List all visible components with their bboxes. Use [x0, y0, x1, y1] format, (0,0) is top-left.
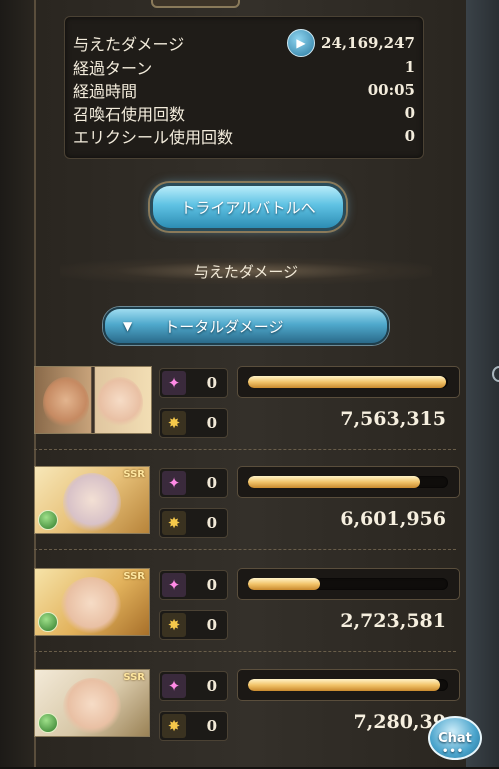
chat-label: Chat: [438, 730, 472, 746]
section-title: 与えたダメージ: [60, 258, 432, 284]
charge-attack-counter: ✦ 0: [159, 468, 228, 498]
character-entry: SSR ✦ 0 ✸ 0 7,280,39: [34, 669, 464, 769]
damage-type-dropdown[interactable]: ▼ トータルダメージ: [103, 307, 389, 345]
burst-icon: ✸: [162, 714, 186, 738]
damage-bar-fill: [248, 476, 420, 488]
burst-icon: ✸: [162, 411, 186, 435]
stat-value: 1: [404, 57, 415, 76]
damage-bar-fill: [248, 679, 440, 691]
play-icon[interactable]: ▶: [287, 28, 316, 57]
charge-attack-counter: ✦ 0: [159, 671, 228, 701]
rarity-badge: SSR: [123, 469, 145, 480]
stat-value: 24,169,247: [321, 33, 415, 52]
wind-element-icon: [38, 713, 58, 733]
right-background: [466, 0, 499, 767]
ougi-counter: ✸ 0: [159, 408, 228, 438]
stat-row-damage: 与えたダメージ ▶ 24,169,247: [73, 28, 415, 57]
side-ring-icon: [492, 366, 499, 382]
sparkle-icon: ✦: [162, 573, 186, 597]
stat-row-time: 経過時間 00:05: [73, 78, 415, 101]
damage-bar: [237, 466, 460, 498]
wind-element-icon: [38, 612, 58, 632]
character-portrait[interactable]: SSR: [34, 568, 150, 636]
burst-icon: ✸: [162, 511, 186, 535]
stat-label: 経過時間: [73, 81, 138, 101]
character-entry: ✦ 0 ✸ 0 7,563,315: [34, 366, 464, 466]
charge-attack-counter: ✦ 0: [159, 570, 228, 600]
charge-attack-counter: ✦ 0: [159, 368, 228, 398]
sparkle-icon: ✦: [162, 674, 186, 698]
dropdown-label: トータルダメージ: [164, 317, 284, 336]
character-entry: SSR ✦ 0 ✸ 0 6,601,956: [34, 466, 464, 566]
chat-button[interactable]: Chat •••: [428, 716, 482, 760]
damage-value: 6,601,956: [340, 508, 446, 530]
stat-row-summon: 召喚石使用回数 0: [73, 101, 415, 124]
divider: [34, 651, 456, 652]
character-entry: SSR ✦ 0 ✸ 0 2,723,581: [34, 568, 464, 668]
stat-value: 0: [404, 126, 415, 145]
battle-stats-box: 与えたダメージ ▶ 24,169,247 経過ターン 1 経過時間 00:05 …: [64, 16, 424, 159]
rarity-badge: SSR: [123, 672, 145, 683]
divider: [34, 449, 456, 450]
damage-bar-fill: [248, 376, 446, 388]
damage-bar: [237, 669, 460, 701]
damage-value: 2,723,581: [340, 610, 446, 632]
stat-label: 経過ターン: [73, 58, 153, 78]
stat-value: 0: [404, 103, 415, 122]
top-tab: [151, 0, 240, 8]
damage-value: 7,563,315: [340, 408, 446, 430]
stat-label: 召喚石使用回数: [73, 104, 186, 124]
stat-row-elixir: エリクシール使用回数 0: [73, 124, 415, 147]
character-portrait[interactable]: SSR: [34, 466, 150, 534]
damage-bar: [237, 568, 460, 600]
wind-element-icon: [38, 510, 58, 530]
stat-label: エリクシール使用回数: [73, 127, 234, 147]
damage-bar: [237, 366, 460, 398]
character-portrait[interactable]: SSR: [34, 669, 150, 737]
ougi-counter: ✸ 0: [159, 508, 228, 538]
divider: [34, 549, 456, 550]
burst-icon: ✸: [162, 613, 186, 637]
character-portrait[interactable]: [34, 366, 152, 434]
sparkle-icon: ✦: [162, 371, 186, 395]
stat-label: 与えたダメージ: [73, 34, 185, 54]
ougi-counter: ✸ 0: [159, 711, 228, 741]
damage-bar-fill: [248, 578, 320, 590]
trial-battle-button[interactable]: トライアルバトルへ: [150, 183, 346, 231]
triangle-down-icon: ▼: [123, 319, 133, 333]
stat-value: 00:05: [367, 80, 415, 99]
chat-dots-icon: •••: [442, 746, 465, 757]
sparkle-icon: ✦: [162, 471, 186, 495]
stat-row-turns: 経過ターン 1: [73, 55, 415, 78]
left-background: [0, 0, 34, 767]
ougi-counter: ✸ 0: [159, 610, 228, 640]
rarity-badge: SSR: [123, 571, 145, 582]
